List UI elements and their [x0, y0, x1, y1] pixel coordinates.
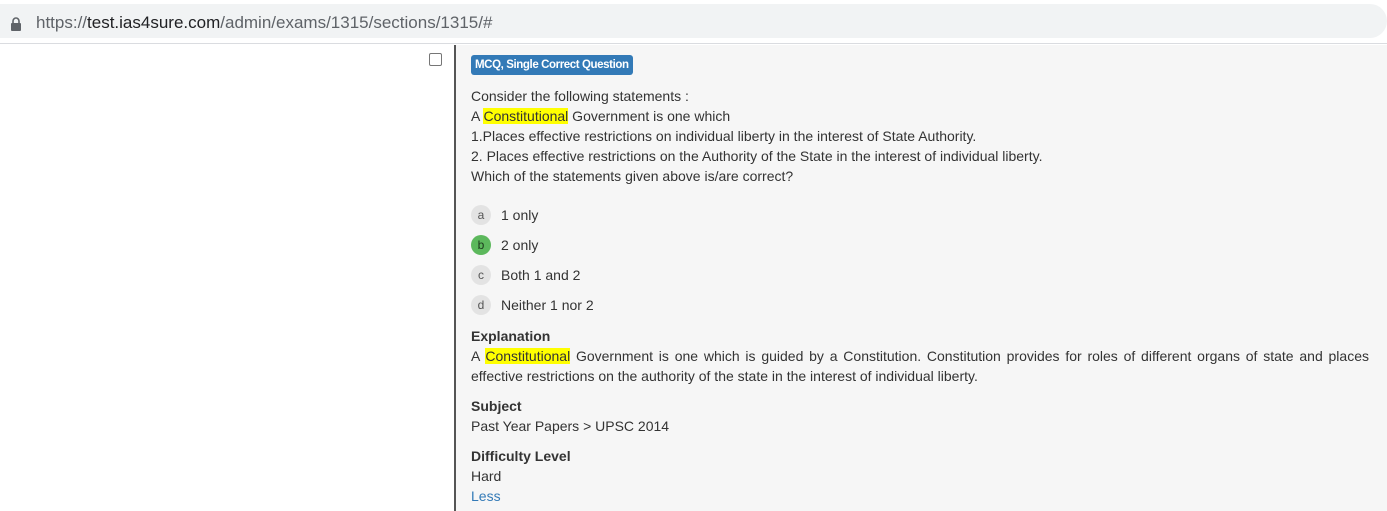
option-letter-badge: c — [471, 265, 491, 285]
difficulty-section: Difficulty Level Hard Less — [471, 446, 571, 506]
lock-icon[interactable] — [10, 17, 22, 31]
question-select-checkbox[interactable] — [429, 53, 442, 66]
difficulty-value: Hard — [471, 468, 502, 484]
browser-address-bar: https://test.ias4sure.com/admin/exams/13… — [0, 0, 1387, 44]
explanation-title: Explanation — [471, 328, 551, 344]
explanation-body: Government is one which is guided by a C… — [471, 348, 1369, 384]
question-type-badge: MCQ, Single Correct Question — [471, 55, 633, 75]
question-line2: A Constitutional Government is one which — [471, 106, 1371, 126]
statement-2: 2. Places effective restrictions on the … — [471, 148, 1043, 164]
url-text[interactable]: https://test.ias4sure.com/admin/exams/13… — [36, 13, 492, 33]
subject-title: Subject — [471, 398, 522, 414]
option-label: 1 only — [501, 207, 539, 223]
less-link[interactable]: Less — [471, 486, 571, 506]
option-label: Neither 1 nor 2 — [501, 297, 594, 313]
option-label: Both 1 and 2 — [501, 267, 581, 283]
highlighted-term: Constitutional — [483, 108, 569, 124]
option-letter-badge-correct: b — [471, 235, 491, 255]
url-path: /admin/exams/1315/sections/1315/# — [220, 13, 493, 32]
url-scheme: https:// — [36, 13, 88, 32]
url-host: test.ias4sure.com — [87, 13, 221, 32]
option-letter-badge: a — [471, 205, 491, 225]
question-line2-suffix: Government is one which — [568, 108, 731, 124]
difficulty-title: Difficulty Level — [471, 448, 571, 464]
option-label: 2 only — [501, 237, 539, 253]
question-panel: MCQ, Single Correct Question Consider th… — [456, 45, 1387, 511]
url-bar[interactable]: https://test.ias4sure.com/admin/exams/13… — [0, 4, 1387, 38]
question-prompt: Which of the statements given above is/a… — [471, 168, 794, 184]
explanation-section: Explanation A Constitutional Government … — [471, 326, 1369, 386]
statement-1: 1.Places effective restrictions on indiv… — [471, 128, 977, 144]
subject-section: Subject Past Year Papers > UPSC 2014 — [471, 396, 669, 436]
highlighted-term: Constitutional — [485, 348, 571, 364]
question-intro: Consider the following statements : — [471, 88, 689, 104]
subject-value: Past Year Papers > UPSC 2014 — [471, 418, 670, 434]
question-text: Consider the following statements : A Co… — [471, 86, 1371, 186]
left-column — [0, 45, 455, 511]
question-line2-prefix: A — [471, 108, 484, 124]
option-letter-badge: d — [471, 295, 491, 315]
explanation-text: A Constitutional Government is one which… — [471, 346, 1369, 386]
explanation-prefix: A — [471, 348, 486, 364]
